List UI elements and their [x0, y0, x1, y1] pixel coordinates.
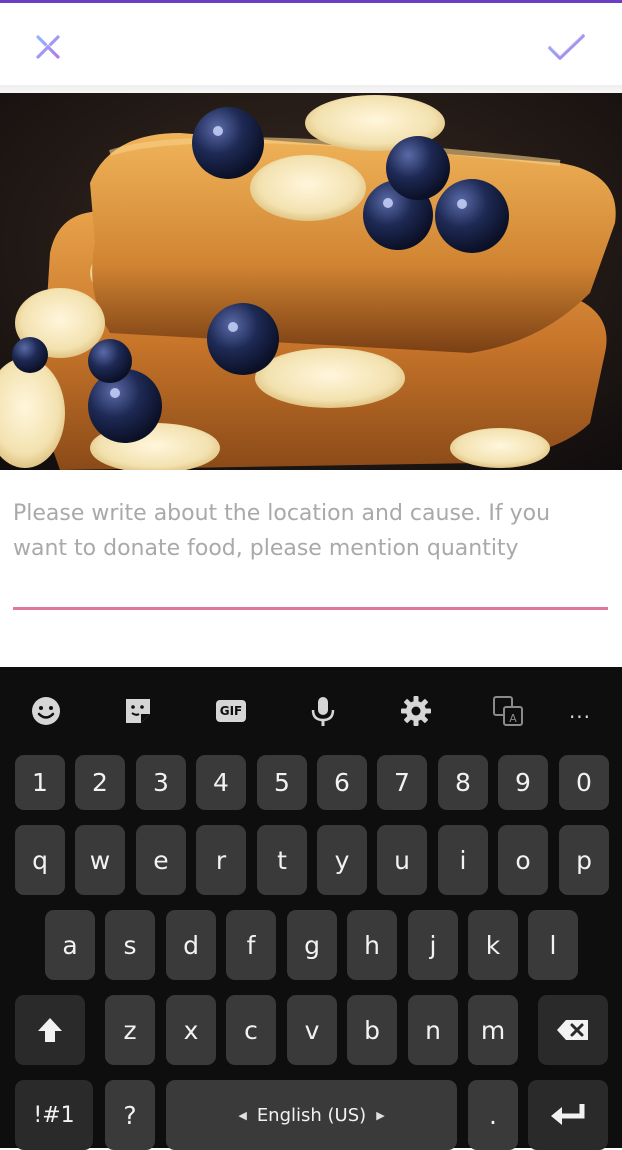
french-toast-photo: [0, 93, 622, 470]
symbols-key[interactable]: !#1: [15, 1080, 93, 1150]
key-2[interactable]: 2: [75, 755, 125, 810]
key-u[interactable]: u: [377, 825, 427, 895]
backspace-icon: [557, 1020, 588, 1040]
key-j[interactable]: j: [408, 910, 458, 980]
key-r[interactable]: r: [196, 825, 246, 895]
input-underline: [13, 607, 608, 610]
key-g[interactable]: g: [287, 910, 337, 980]
key-m[interactable]: m: [468, 995, 518, 1065]
space-language-label: English (US): [256, 1104, 367, 1126]
key-a[interactable]: a: [45, 910, 95, 980]
key-question[interactable]: ?: [105, 1080, 155, 1150]
key-e[interactable]: e: [136, 825, 186, 895]
key-f[interactable]: f: [226, 910, 276, 980]
more-button[interactable]: ...: [560, 691, 600, 731]
note-section: [0, 470, 622, 667]
app-bar-shadow: [0, 85, 622, 93]
key-i[interactable]: i: [438, 825, 488, 895]
key-d[interactable]: d: [166, 910, 216, 980]
key-5[interactable]: 5: [257, 755, 307, 810]
key-y[interactable]: y: [317, 825, 367, 895]
key-h[interactable]: h: [347, 910, 397, 980]
key-v[interactable]: v: [287, 995, 337, 1065]
key-period[interactable]: .: [468, 1080, 518, 1150]
key-7[interactable]: 7: [377, 755, 427, 810]
translate-icon[interactable]: A: [488, 691, 528, 731]
key-0[interactable]: 0: [559, 755, 609, 810]
key-s[interactable]: s: [105, 910, 155, 980]
key-8[interactable]: 8: [438, 755, 488, 810]
gear-icon[interactable]: [396, 691, 436, 731]
key-6[interactable]: 6: [317, 755, 367, 810]
key-c[interactable]: c: [226, 995, 276, 1065]
shift-icon: [38, 1018, 62, 1042]
key-3[interactable]: 3: [136, 755, 186, 810]
svg-text:A: A: [509, 712, 517, 725]
key-w[interactable]: w: [75, 825, 125, 895]
key-b[interactable]: b: [347, 995, 397, 1065]
key-1[interactable]: 1: [15, 755, 65, 810]
description-input[interactable]: [13, 496, 605, 606]
backspace-key[interactable]: [538, 995, 608, 1065]
key-n[interactable]: n: [408, 995, 458, 1065]
space-key[interactable]: ◀ English (US) ▶: [166, 1080, 457, 1150]
key-q[interactable]: q: [15, 825, 65, 895]
confirm-button[interactable]: [546, 27, 586, 67]
key-l[interactable]: l: [528, 910, 578, 980]
key-o[interactable]: o: [498, 825, 548, 895]
sticker-icon[interactable]: [118, 691, 158, 731]
enter-icon: [551, 1104, 585, 1125]
key-p[interactable]: p: [559, 825, 609, 895]
gif-label: GIF: [215, 700, 247, 722]
key-9[interactable]: 9: [498, 755, 548, 810]
key-k[interactable]: k: [468, 910, 518, 980]
gif-button[interactable]: GIF: [211, 691, 251, 731]
keyboard: GIF A ... 1 2 3 4 5 6 7 8 9 0 q w e r t …: [0, 667, 622, 1150]
app-bar: [0, 3, 622, 85]
right-arrow-icon: ▶: [376, 1108, 385, 1122]
key-x[interactable]: x: [166, 995, 216, 1065]
enter-key[interactable]: [528, 1080, 608, 1150]
key-z[interactable]: z: [105, 995, 155, 1065]
key-t[interactable]: t: [257, 825, 307, 895]
mic-icon[interactable]: [303, 691, 343, 731]
emoji-icon[interactable]: [26, 691, 66, 731]
close-button[interactable]: [28, 27, 68, 67]
checkmark-icon: [548, 34, 585, 60]
shift-key[interactable]: [15, 995, 85, 1065]
left-arrow-icon: ◀: [238, 1108, 247, 1122]
close-x-icon: [36, 35, 60, 59]
key-4[interactable]: 4: [196, 755, 246, 810]
